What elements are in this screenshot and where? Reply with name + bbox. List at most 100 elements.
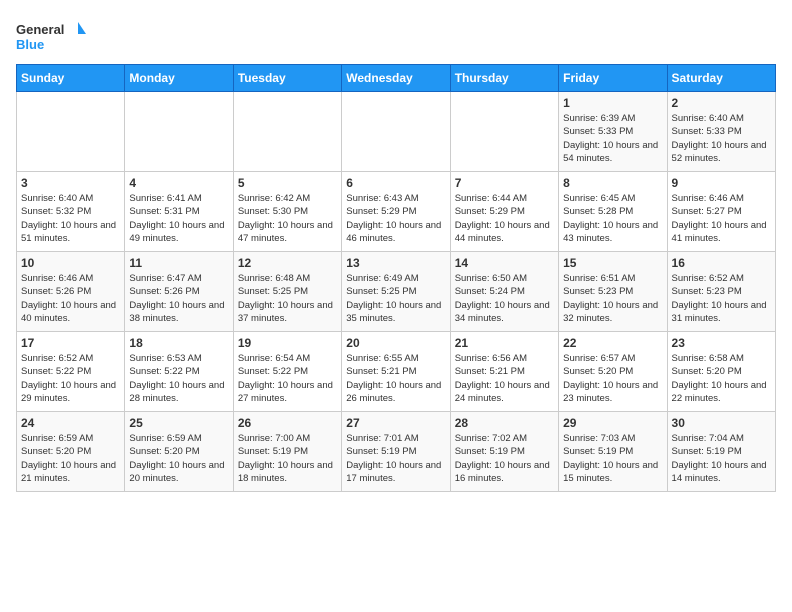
- calendar-cell: 3Sunrise: 6:40 AM Sunset: 5:32 PM Daylig…: [17, 172, 125, 252]
- weekday-header: Wednesday: [342, 65, 450, 92]
- day-info: Sunrise: 6:52 AM Sunset: 5:22 PM Dayligh…: [21, 352, 120, 405]
- day-info: Sunrise: 6:59 AM Sunset: 5:20 PM Dayligh…: [129, 432, 228, 485]
- calendar-cell: 17 Sunrise: 6:52 AM Sunset: 5:22 PM Dayli…: [17, 332, 125, 412]
- day-number: 9: [672, 176, 771, 190]
- day-number: 10: [21, 256, 120, 270]
- day-info: Sunrise: 6:55 AM Sunset: 5:21 PM Dayligh…: [346, 352, 445, 405]
- calendar-header: SundayMondayTuesdayWednesdayThursdayFrid…: [17, 65, 776, 92]
- calendar-week-row: 1 Sunrise: 6:39 AM Sunset: 5:33 PM Daylig…: [17, 92, 776, 172]
- day-info: Sunrise: 6:46 AM Sunset: 5:26 PM Dayligh…: [21, 272, 120, 325]
- day-info: Sunrise: 6:40 AM Sunset: 5:33 PM Dayligh…: [672, 112, 771, 165]
- day-number: 17: [21, 336, 120, 350]
- day-number: 11: [129, 256, 228, 270]
- day-number: 3: [21, 176, 120, 190]
- day-info: Sunrise: 7:02 AM Sunset: 5:19 PM Dayligh…: [455, 432, 554, 485]
- day-number: 5: [238, 176, 337, 190]
- weekday-row: SundayMondayTuesdayWednesdayThursdayFrid…: [17, 65, 776, 92]
- calendar-week-row: 17 Sunrise: 6:52 AM Sunset: 5:22 PM Dayli…: [17, 332, 776, 412]
- calendar-cell: 4Sunrise: 6:41 AM Sunset: 5:31 PM Daylig…: [125, 172, 233, 252]
- day-info: Sunrise: 6:51 AM Sunset: 5:23 PM Dayligh…: [563, 272, 662, 325]
- day-info: Sunrise: 6:43 AM Sunset: 5:29 PM Dayligh…: [346, 192, 445, 245]
- calendar-cell: 20 Sunrise: 6:55 AM Sunset: 5:21 PM Dayli…: [342, 332, 450, 412]
- calendar-cell: 9 Sunrise: 6:46 AM Sunset: 5:27 PM Daylig…: [667, 172, 775, 252]
- day-number: 1: [563, 96, 662, 110]
- day-number: 26: [238, 416, 337, 430]
- calendar-cell: 5 Sunrise: 6:42 AM Sunset: 5:30 PM Daylig…: [233, 172, 341, 252]
- day-number: 14: [455, 256, 554, 270]
- calendar-cell: 30 Sunrise: 7:04 AM Sunset: 5:19 PM Dayli…: [667, 412, 775, 492]
- calendar-cell: 22 Sunrise: 6:57 AM Sunset: 5:20 PM Dayli…: [559, 332, 667, 412]
- calendar-cell: [450, 92, 558, 172]
- weekday-header: Monday: [125, 65, 233, 92]
- calendar-cell: 21Sunrise: 6:56 AM Sunset: 5:21 PM Dayli…: [450, 332, 558, 412]
- calendar-cell: 14 Sunrise: 6:50 AM Sunset: 5:24 PM Dayli…: [450, 252, 558, 332]
- calendar-cell: 26 Sunrise: 7:00 AM Sunset: 5:19 PM Dayli…: [233, 412, 341, 492]
- weekday-header: Friday: [559, 65, 667, 92]
- calendar-cell: 15 Sunrise: 6:51 AM Sunset: 5:23 PM Dayli…: [559, 252, 667, 332]
- day-info: Sunrise: 6:52 AM Sunset: 5:23 PM Dayligh…: [672, 272, 771, 325]
- svg-text:Blue: Blue: [16, 37, 44, 52]
- day-info: Sunrise: 7:03 AM Sunset: 5:19 PM Dayligh…: [563, 432, 662, 485]
- calendar-cell: [125, 92, 233, 172]
- calendar-cell: 27Sunrise: 7:01 AM Sunset: 5:19 PM Dayli…: [342, 412, 450, 492]
- calendar-cell: 16 Sunrise: 6:52 AM Sunset: 5:23 PM Dayli…: [667, 252, 775, 332]
- day-number: 12: [238, 256, 337, 270]
- day-number: 29: [563, 416, 662, 430]
- calendar-cell: 2Sunrise: 6:40 AM Sunset: 5:33 PM Daylig…: [667, 92, 775, 172]
- day-number: 4: [129, 176, 228, 190]
- logo: General Blue: [16, 16, 86, 56]
- day-info: Sunrise: 6:50 AM Sunset: 5:24 PM Dayligh…: [455, 272, 554, 325]
- calendar-cell: [233, 92, 341, 172]
- day-number: 20: [346, 336, 445, 350]
- day-number: 23: [672, 336, 771, 350]
- day-info: Sunrise: 6:48 AM Sunset: 5:25 PM Dayligh…: [238, 272, 337, 325]
- day-info: Sunrise: 7:00 AM Sunset: 5:19 PM Dayligh…: [238, 432, 337, 485]
- calendar-week-row: 24 Sunrise: 6:59 AM Sunset: 5:20 PM Dayli…: [17, 412, 776, 492]
- day-info: Sunrise: 6:45 AM Sunset: 5:28 PM Dayligh…: [563, 192, 662, 245]
- weekday-header: Thursday: [450, 65, 558, 92]
- calendar-cell: 29 Sunrise: 7:03 AM Sunset: 5:19 PM Dayli…: [559, 412, 667, 492]
- day-number: 15: [563, 256, 662, 270]
- day-info: Sunrise: 6:59 AM Sunset: 5:20 PM Dayligh…: [21, 432, 120, 485]
- day-info: Sunrise: 7:01 AM Sunset: 5:19 PM Dayligh…: [346, 432, 445, 485]
- day-number: 7: [455, 176, 554, 190]
- calendar-body: 1 Sunrise: 6:39 AM Sunset: 5:33 PM Daylig…: [17, 92, 776, 492]
- svg-text:General: General: [16, 22, 64, 37]
- day-number: 24: [21, 416, 120, 430]
- day-info: Sunrise: 6:49 AM Sunset: 5:25 PM Dayligh…: [346, 272, 445, 325]
- logo-svg: General Blue: [16, 16, 86, 56]
- day-info: Sunrise: 6:39 AM Sunset: 5:33 PM Dayligh…: [563, 112, 662, 165]
- calendar-cell: [342, 92, 450, 172]
- calendar-cell: 28Sunrise: 7:02 AM Sunset: 5:19 PM Dayli…: [450, 412, 558, 492]
- day-info: Sunrise: 6:54 AM Sunset: 5:22 PM Dayligh…: [238, 352, 337, 405]
- weekday-header: Sunday: [17, 65, 125, 92]
- day-info: Sunrise: 6:57 AM Sunset: 5:20 PM Dayligh…: [563, 352, 662, 405]
- calendar-cell: 23 Sunrise: 6:58 AM Sunset: 5:20 PM Dayli…: [667, 332, 775, 412]
- calendar-cell: [17, 92, 125, 172]
- calendar-cell: 18Sunrise: 6:53 AM Sunset: 5:22 PM Dayli…: [125, 332, 233, 412]
- calendar-cell: 13 Sunrise: 6:49 AM Sunset: 5:25 PM Dayli…: [342, 252, 450, 332]
- day-info: Sunrise: 6:58 AM Sunset: 5:20 PM Dayligh…: [672, 352, 771, 405]
- day-number: 22: [563, 336, 662, 350]
- day-info: Sunrise: 6:46 AM Sunset: 5:27 PM Dayligh…: [672, 192, 771, 245]
- calendar-cell: 1 Sunrise: 6:39 AM Sunset: 5:33 PM Daylig…: [559, 92, 667, 172]
- day-info: Sunrise: 7:04 AM Sunset: 5:19 PM Dayligh…: [672, 432, 771, 485]
- calendar-cell: 10 Sunrise: 6:46 AM Sunset: 5:26 PM Dayli…: [17, 252, 125, 332]
- day-info: Sunrise: 6:42 AM Sunset: 5:30 PM Dayligh…: [238, 192, 337, 245]
- day-info: Sunrise: 6:56 AM Sunset: 5:21 PM Dayligh…: [455, 352, 554, 405]
- calendar-cell: 24 Sunrise: 6:59 AM Sunset: 5:20 PM Dayli…: [17, 412, 125, 492]
- calendar-cell: 8Sunrise: 6:45 AM Sunset: 5:28 PM Daylig…: [559, 172, 667, 252]
- calendar-cell: 7Sunrise: 6:44 AM Sunset: 5:29 PM Daylig…: [450, 172, 558, 252]
- day-number: 13: [346, 256, 445, 270]
- day-number: 30: [672, 416, 771, 430]
- day-number: 25: [129, 416, 228, 430]
- calendar-week-row: 3Sunrise: 6:40 AM Sunset: 5:32 PM Daylig…: [17, 172, 776, 252]
- calendar-cell: 11Sunrise: 6:47 AM Sunset: 5:26 PM Dayli…: [125, 252, 233, 332]
- page-header: General Blue: [16, 16, 776, 56]
- weekday-header: Saturday: [667, 65, 775, 92]
- day-number: 16: [672, 256, 771, 270]
- weekday-header: Tuesday: [233, 65, 341, 92]
- day-info: Sunrise: 6:53 AM Sunset: 5:22 PM Dayligh…: [129, 352, 228, 405]
- calendar-week-row: 10 Sunrise: 6:46 AM Sunset: 5:26 PM Dayli…: [17, 252, 776, 332]
- calendar-cell: 12 Sunrise: 6:48 AM Sunset: 5:25 PM Dayli…: [233, 252, 341, 332]
